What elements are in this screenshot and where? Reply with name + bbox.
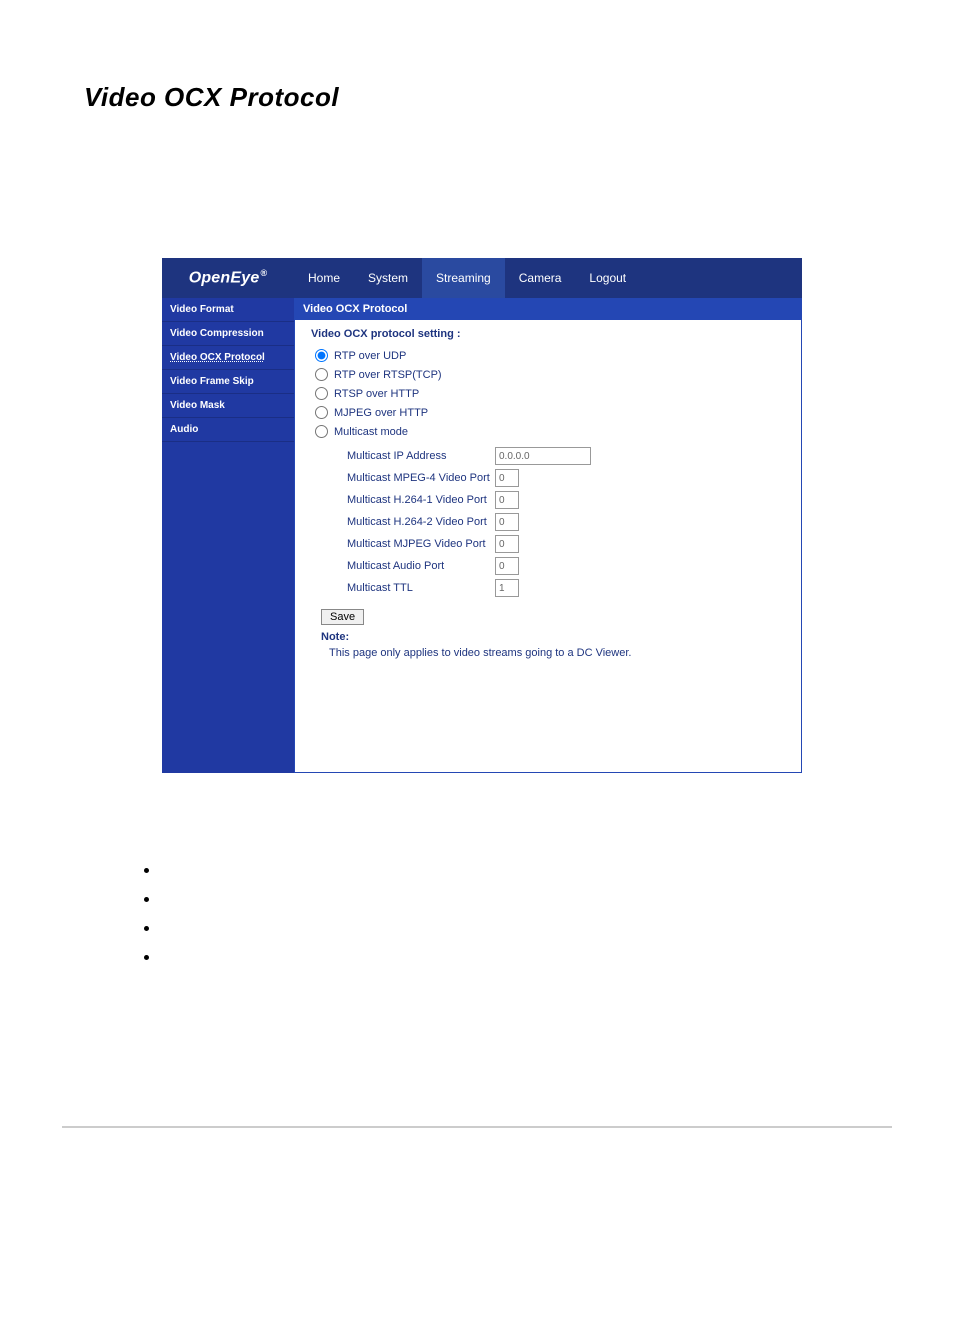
settings-title: Video OCX protocol setting : [311,328,785,340]
radio-rtp-rtsp-tcp[interactable]: RTP over RTSP(TCP) [311,365,785,384]
multicast-settings: Multicast IP Address Multicast MPEG-4 Vi… [347,445,785,599]
multicast-ttl-input[interactable] [495,579,519,597]
main-panel-header: Video OCX Protocol [295,298,801,320]
tab-home[interactable]: Home [294,258,354,298]
tab-system[interactable]: System [354,258,422,298]
brand-text: OpenEye [189,270,260,287]
multicast-ip-input[interactable] [495,447,591,465]
multicast-h264-2-row: Multicast H.264-2 Video Port [347,511,785,533]
multicast-ttl-label: Multicast TTL [347,582,495,594]
multicast-audio-label: Multicast Audio Port [347,560,495,572]
multicast-ttl-row: Multicast TTL [347,577,785,599]
radio-rtp-rtsp-tcp-label: RTP over RTSP(TCP) [334,369,442,381]
nav-tabs: Home System Streaming Camera Logout [294,258,802,298]
sidebar-item-video-ocx-protocol[interactable]: Video OCX Protocol [162,346,294,370]
multicast-audio-row: Multicast Audio Port [347,555,785,577]
radio-rtp-udp-label: RTP over UDP [334,350,406,362]
tab-logout[interactable]: Logout [575,258,640,298]
radio-multicast-input[interactable] [315,425,328,438]
bullet-icon [144,868,149,873]
app-window: OpenEye® Home System Streaming Camera Lo… [162,258,802,773]
multicast-mjpeg-row: Multicast MJPEG Video Port [347,533,785,555]
tab-streaming[interactable]: Streaming [422,258,505,298]
multicast-h264-1-label: Multicast H.264-1 Video Port [347,494,495,506]
page-divider [62,1126,892,1128]
header-bar: OpenEye® Home System Streaming Camera Lo… [162,258,802,298]
sidebar-item-audio[interactable]: Audio [162,418,294,442]
note-label: Note: [321,631,785,643]
page-title: Video OCX Protocol [84,82,954,113]
radio-mjpeg-http-label: MJPEG over HTTP [334,407,428,419]
radio-rtsp-http-label: RTSP over HTTP [334,388,419,400]
radio-multicast-label: Multicast mode [334,426,408,438]
multicast-audio-input[interactable] [495,557,519,575]
bullet-icon [144,955,149,960]
radio-multicast[interactable]: Multicast mode [311,422,785,441]
multicast-mpeg4-label: Multicast MPEG-4 Video Port [347,472,495,484]
radio-rtp-udp[interactable]: RTP over UDP [311,346,785,365]
settings-section: Video OCX protocol setting : RTP over UD… [295,320,801,667]
brand-logo: OpenEye® [162,258,294,298]
multicast-h264-2-input[interactable] [495,513,519,531]
multicast-h264-2-label: Multicast H.264-2 Video Port [347,516,495,528]
multicast-h264-1-row: Multicast H.264-1 Video Port [347,489,785,511]
sidebar-item-video-format[interactable]: Video Format [162,298,294,322]
multicast-mjpeg-input[interactable] [495,535,519,553]
bullet-list [144,868,149,984]
sidebar: Video Format Video Compression Video OCX… [162,298,294,773]
multicast-ip-label: Multicast IP Address [347,450,495,462]
tab-camera[interactable]: Camera [505,258,576,298]
multicast-ip-row: Multicast IP Address [347,445,785,467]
multicast-mpeg4-row: Multicast MPEG-4 Video Port [347,467,785,489]
note-text: This page only applies to video streams … [329,647,785,659]
multicast-mpeg4-input[interactable] [495,469,519,487]
sidebar-item-video-frame-skip[interactable]: Video Frame Skip [162,370,294,394]
multicast-mjpeg-label: Multicast MJPEG Video Port [347,538,495,550]
content-row: Video Format Video Compression Video OCX… [162,298,802,773]
radio-mjpeg-http[interactable]: MJPEG over HTTP [311,403,785,422]
radio-mjpeg-http-input[interactable] [315,406,328,419]
save-button[interactable]: Save [321,609,364,625]
registered-icon: ® [260,268,267,278]
radio-rtp-udp-input[interactable] [315,349,328,362]
radio-rtsp-http[interactable]: RTSP over HTTP [311,384,785,403]
bullet-icon [144,926,149,931]
multicast-h264-1-input[interactable] [495,491,519,509]
radio-rtp-rtsp-tcp-input[interactable] [315,368,328,381]
radio-rtsp-http-input[interactable] [315,387,328,400]
sidebar-item-video-compression[interactable]: Video Compression [162,322,294,346]
sidebar-item-video-mask[interactable]: Video Mask [162,394,294,418]
bullet-icon [144,897,149,902]
main-panel: Video OCX Protocol Video OCX protocol se… [294,298,802,773]
